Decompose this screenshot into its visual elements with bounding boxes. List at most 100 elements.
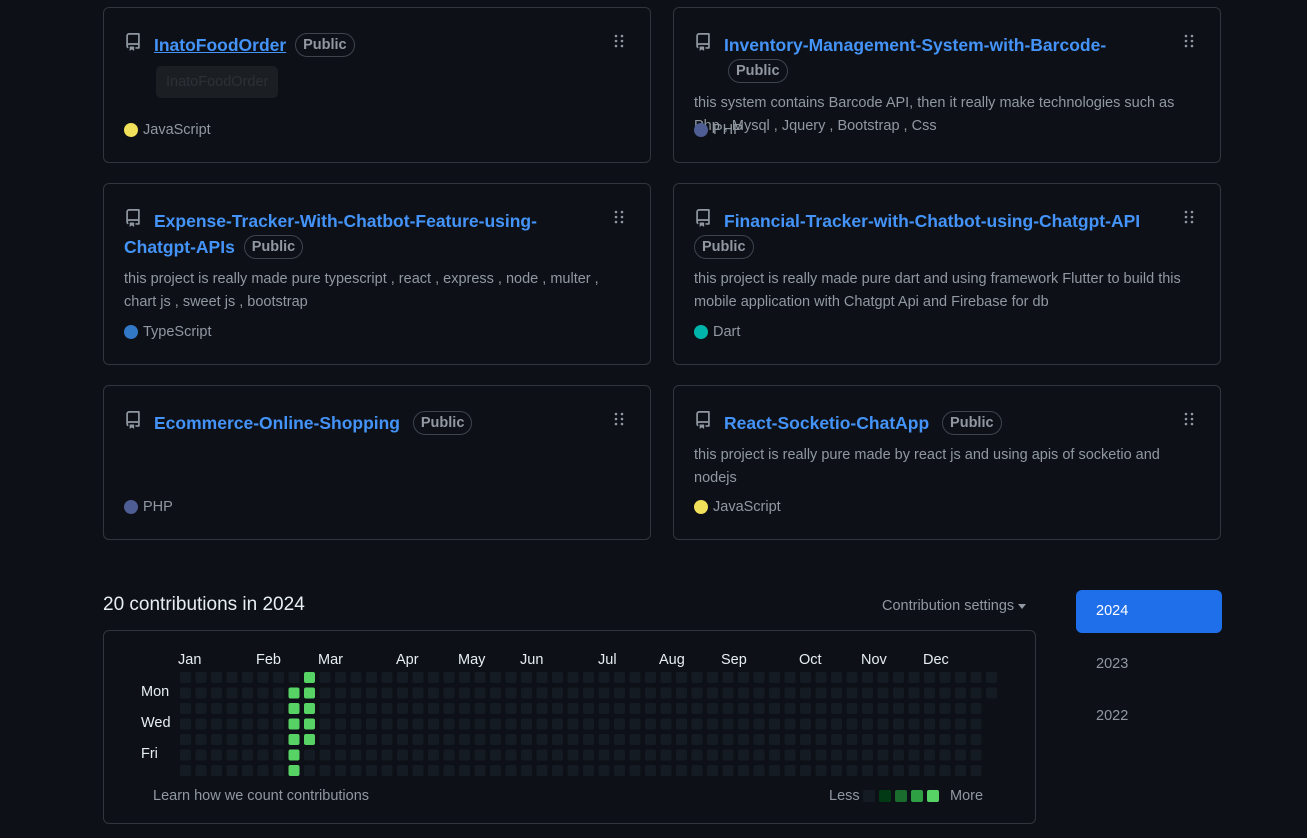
contribution-day[interactable] bbox=[366, 734, 377, 745]
contribution-day[interactable] bbox=[490, 718, 501, 730]
contribution-day[interactable] bbox=[381, 687, 393, 699]
contribution-day[interactable] bbox=[350, 703, 362, 714]
contribution-day[interactable] bbox=[319, 687, 331, 699]
contribution-day[interactable] bbox=[784, 765, 796, 776]
contribution-day[interactable] bbox=[319, 718, 331, 730]
contribution-day[interactable] bbox=[815, 672, 827, 683]
contribution-day[interactable] bbox=[304, 718, 315, 730]
contribution-day[interactable] bbox=[350, 765, 362, 776]
drag-handle-icon[interactable] bbox=[1184, 412, 1194, 426]
contribution-day[interactable] bbox=[443, 749, 455, 761]
contribution-day[interactable] bbox=[598, 749, 610, 761]
contribution-day[interactable] bbox=[831, 687, 842, 699]
contribution-day[interactable] bbox=[598, 687, 610, 699]
contribution-day[interactable] bbox=[521, 672, 532, 683]
contribution-day[interactable] bbox=[536, 718, 548, 730]
contribution-day[interactable] bbox=[722, 749, 734, 761]
contribution-day[interactable] bbox=[319, 734, 331, 745]
contribution-day[interactable] bbox=[567, 749, 579, 761]
contribution-day[interactable] bbox=[815, 765, 827, 776]
contribution-day[interactable] bbox=[552, 718, 563, 730]
contribution-day[interactable] bbox=[226, 718, 238, 730]
contribution-day[interactable] bbox=[769, 765, 780, 776]
contribution-day[interactable] bbox=[397, 703, 408, 714]
contribution-day[interactable] bbox=[567, 718, 579, 730]
contribution-day[interactable] bbox=[583, 765, 594, 776]
contribution-day[interactable] bbox=[521, 703, 532, 714]
contribution-day[interactable] bbox=[195, 734, 207, 745]
contribution-day[interactable] bbox=[660, 718, 672, 730]
contribution-day[interactable] bbox=[862, 749, 873, 761]
contribution-day[interactable] bbox=[583, 749, 594, 761]
contribution-day[interactable] bbox=[350, 672, 362, 683]
contribution-day[interactable] bbox=[226, 749, 238, 761]
contribution-day[interactable] bbox=[536, 749, 548, 761]
contribution-day[interactable] bbox=[738, 734, 749, 745]
contribution-day[interactable] bbox=[676, 734, 687, 745]
contribution-day[interactable] bbox=[490, 765, 501, 776]
contribution-day[interactable] bbox=[784, 687, 796, 699]
contribution-day[interactable] bbox=[691, 672, 703, 683]
contribution-day[interactable] bbox=[629, 718, 641, 730]
contribution-day[interactable] bbox=[521, 765, 532, 776]
contribution-day[interactable] bbox=[846, 765, 858, 776]
contribution-day[interactable] bbox=[707, 734, 718, 745]
contribution-day[interactable] bbox=[660, 703, 672, 714]
contribution-day[interactable] bbox=[412, 734, 424, 745]
contribution-day[interactable] bbox=[335, 703, 346, 714]
contribution-day[interactable] bbox=[629, 687, 641, 699]
contribution-day[interactable] bbox=[319, 703, 331, 714]
contribution-day[interactable] bbox=[521, 734, 532, 745]
contribution-day[interactable] bbox=[970, 734, 982, 745]
contribution-day[interactable] bbox=[629, 765, 641, 776]
contribution-day[interactable] bbox=[381, 672, 393, 683]
drag-handle-icon[interactable] bbox=[614, 210, 624, 224]
contribution-day[interactable] bbox=[242, 703, 253, 714]
contribution-day[interactable] bbox=[459, 672, 470, 683]
contribution-day[interactable] bbox=[800, 687, 811, 699]
contribution-day[interactable] bbox=[397, 749, 408, 761]
contribution-day[interactable] bbox=[381, 734, 393, 745]
contribution-day[interactable] bbox=[614, 749, 625, 761]
contribution-day[interactable] bbox=[753, 765, 765, 776]
contribution-day[interactable] bbox=[908, 749, 920, 761]
contribution-day[interactable] bbox=[350, 749, 362, 761]
contribution-day[interactable] bbox=[211, 687, 222, 699]
contribution-day[interactable] bbox=[552, 765, 563, 776]
contribution-day[interactable] bbox=[831, 718, 842, 730]
contribution-day[interactable] bbox=[428, 718, 439, 730]
contribution-day[interactable] bbox=[273, 734, 284, 745]
contribution-day[interactable] bbox=[614, 672, 625, 683]
contribution-day[interactable] bbox=[180, 687, 191, 699]
repo-name-link[interactable]: Ecommerce-Online-Shopping bbox=[154, 413, 400, 433]
contribution-day[interactable] bbox=[970, 765, 982, 776]
contribution-day[interactable] bbox=[505, 765, 517, 776]
contribution-day[interactable] bbox=[598, 672, 610, 683]
contribution-day[interactable] bbox=[412, 672, 424, 683]
contribution-day[interactable] bbox=[614, 718, 625, 730]
contribution-day[interactable] bbox=[629, 749, 641, 761]
contribution-day[interactable] bbox=[505, 703, 517, 714]
contribution-day[interactable] bbox=[645, 734, 656, 745]
contribution-day[interactable] bbox=[536, 687, 548, 699]
contribution-day[interactable] bbox=[397, 672, 408, 683]
contribution-day[interactable] bbox=[474, 672, 486, 683]
contribution-day[interactable] bbox=[877, 687, 889, 699]
contribution-day[interactable] bbox=[583, 703, 594, 714]
contribution-day[interactable] bbox=[443, 703, 455, 714]
contribution-day[interactable] bbox=[970, 718, 982, 730]
contribution-day[interactable] bbox=[908, 703, 920, 714]
contribution-day[interactable] bbox=[567, 672, 579, 683]
contribution-day[interactable] bbox=[831, 734, 842, 745]
contribution-day[interactable] bbox=[180, 734, 191, 745]
contribution-day[interactable] bbox=[257, 718, 269, 730]
contribution-day[interactable] bbox=[211, 734, 222, 745]
contribution-day[interactable] bbox=[877, 734, 889, 745]
contribution-day[interactable] bbox=[877, 703, 889, 714]
contribution-day[interactable] bbox=[288, 672, 300, 683]
contribution-day[interactable] bbox=[366, 672, 377, 683]
contribution-day[interactable] bbox=[319, 749, 331, 761]
contribution-day[interactable] bbox=[319, 672, 331, 683]
contribution-day[interactable] bbox=[490, 687, 501, 699]
contribution-day[interactable] bbox=[195, 687, 207, 699]
